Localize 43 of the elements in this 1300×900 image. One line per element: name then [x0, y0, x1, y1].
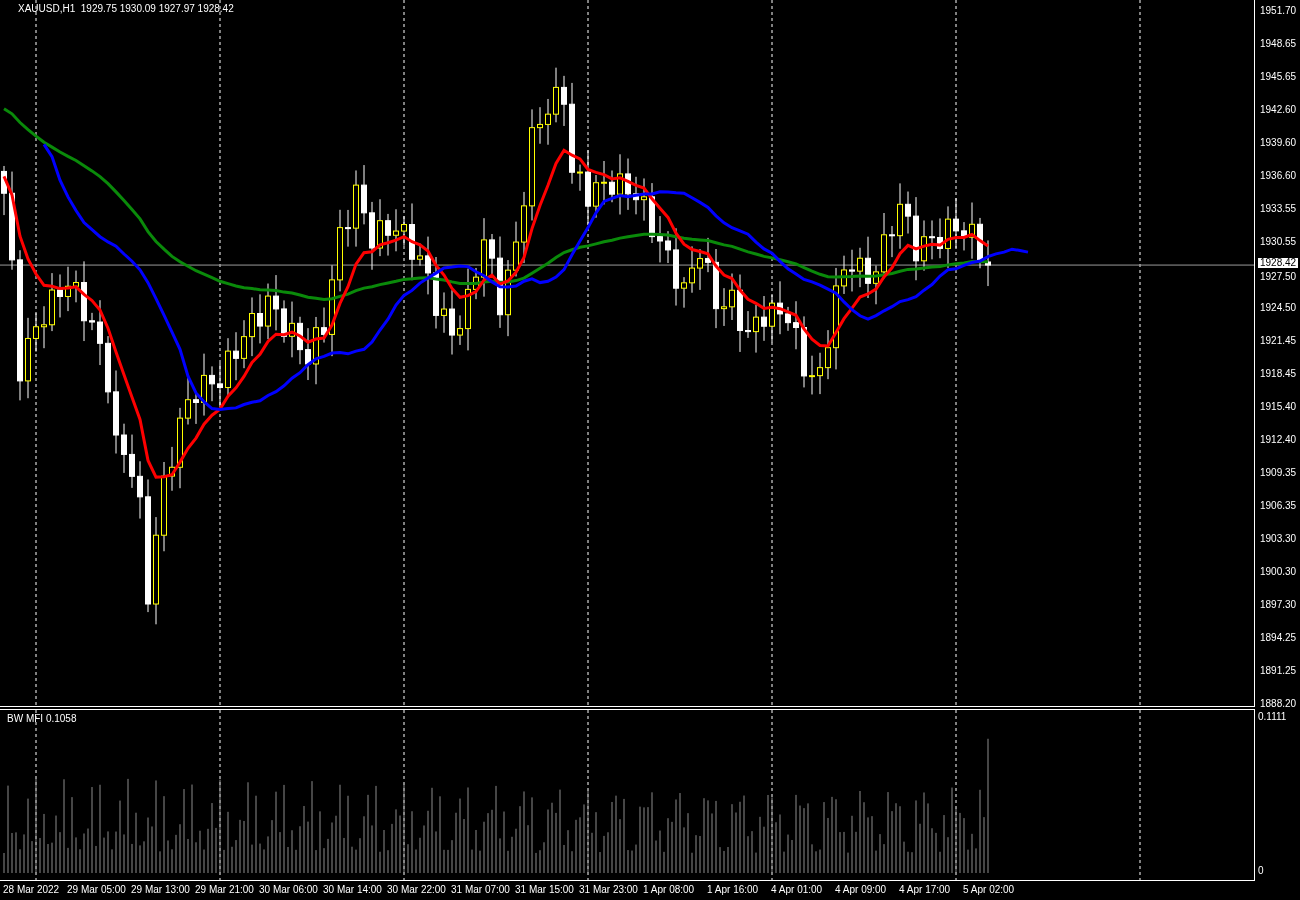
time-label: 31 Mar 07:00 — [451, 885, 510, 895]
time-label: 31 Mar 15:00 — [515, 885, 574, 895]
price-label: 1942.60 — [1260, 105, 1297, 115]
price-label: 1915.40 — [1260, 402, 1297, 412]
time-label: 30 Mar 14:00 — [323, 885, 382, 895]
price-label: 1897.30 — [1260, 600, 1297, 610]
price-label: 1909.35 — [1260, 468, 1297, 478]
price-label: 1900.30 — [1260, 567, 1297, 577]
time-label: 5 Apr 02:00 — [963, 885, 1015, 895]
price-label: 1894.25 — [1260, 633, 1297, 643]
time-label: 4 Apr 09:00 — [835, 885, 887, 895]
price-label: 1933.55 — [1260, 204, 1297, 214]
time-label: 4 Apr 17:00 — [899, 885, 951, 895]
price-label: 1903.30 — [1260, 534, 1297, 544]
price-label: 1936.60 — [1260, 171, 1297, 181]
price-label: 1930.55 — [1260, 237, 1297, 247]
price-label: 1906.35 — [1260, 501, 1297, 511]
price-label: 1918.45 — [1260, 369, 1297, 379]
time-label: 4 Apr 01:00 — [771, 885, 823, 895]
time-label: 1 Apr 08:00 — [643, 885, 695, 895]
price-label: 1927.50 — [1260, 272, 1297, 282]
price-label: 1891.25 — [1260, 666, 1297, 676]
chart-header: XAUUSD,H1 1929.75 1930.09 1927.97 1928.42 — [18, 4, 234, 14]
price-label: 1888.20 — [1260, 699, 1297, 709]
time-label: 30 Mar 22:00 — [387, 885, 446, 895]
time-label: 29 Mar 13:00 — [131, 885, 190, 895]
time-label: 28 Mar 2022 — [3, 885, 60, 895]
price-label: 1912.40 — [1260, 435, 1297, 445]
time-label: 30 Mar 06:00 — [259, 885, 318, 895]
price-label: 1951.70 — [1260, 6, 1297, 16]
current-price-label: 1928.42 — [1258, 258, 1299, 269]
indicator-scale-label: 0.1111 — [1258, 712, 1287, 722]
time-label: 1 Apr 16:00 — [707, 885, 759, 895]
indicator-label: BW MFI 0.1058 — [7, 714, 77, 724]
price-label: 1921.45 — [1260, 336, 1297, 346]
time-label: 29 Mar 05:00 — [67, 885, 126, 895]
price-label: 1945.65 — [1260, 72, 1297, 82]
time-label: 29 Mar 21:00 — [195, 885, 254, 895]
price-label: 1924.50 — [1260, 303, 1297, 313]
indicator-scale-label: 0 — [1258, 866, 1264, 876]
time-label: 31 Mar 23:00 — [579, 885, 638, 895]
price-label: 1939.60 — [1260, 138, 1297, 148]
price-label: 1948.65 — [1260, 39, 1297, 49]
